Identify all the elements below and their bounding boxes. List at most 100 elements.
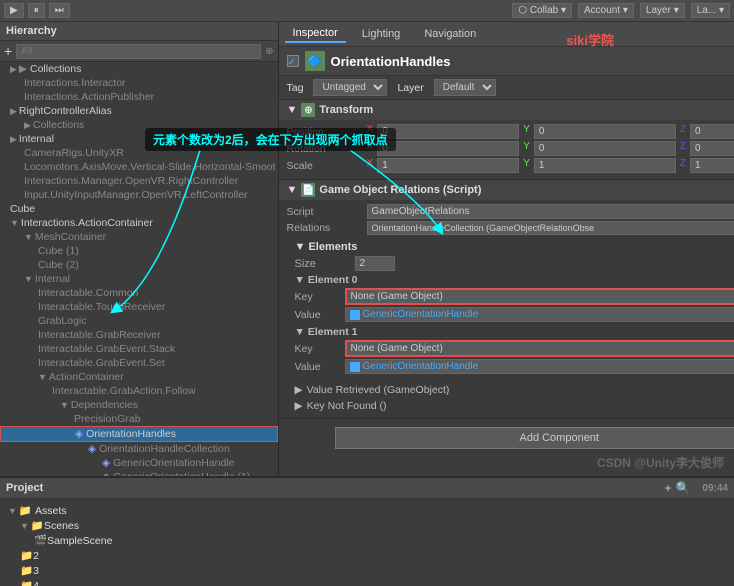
element-1-val-row: Value GenericOrientationHandle ◎ — [295, 359, 734, 374]
active-checkbox[interactable] — [287, 55, 299, 67]
position-x[interactable] — [377, 124, 519, 139]
tree-item-cube2[interactable]: Cube (2) — [0, 258, 278, 272]
element-0-val-row: Value GenericOrientationHandle ◎ — [295, 307, 734, 322]
element-0-key-input[interactable] — [345, 288, 734, 305]
relations-header[interactable]: ▼ 📄 Game Object Relations (Script) ⚙ — [279, 180, 734, 200]
hierarchy-search[interactable] — [16, 44, 261, 59]
tab-navigation[interactable]: Navigation — [416, 26, 484, 42]
element-1-val-label: Value — [295, 361, 345, 373]
tab-inspector[interactable]: Inspector — [285, 25, 346, 43]
top-toolbar: ▶ ⏸ ⏭ ⬡ Collab ▾ Account ▾ Layer ▾ La...… — [0, 0, 734, 22]
scale-z[interactable] — [690, 158, 734, 173]
layout-button[interactable]: La... ▾ — [691, 3, 730, 18]
size-input[interactable] — [355, 256, 395, 271]
tree-item-cube1[interactable]: Cube (1) — [0, 244, 278, 258]
tree-item-precision-grab[interactable]: PrecisionGrab — [0, 412, 278, 426]
tree-item-mesh[interactable]: ▼ MeshContainer — [0, 230, 278, 244]
elements-arrow[interactable]: ▼ — [295, 241, 306, 253]
tab-lighting[interactable]: Lighting — [354, 26, 409, 42]
arrow-icon: ▶ — [10, 134, 17, 145]
step-button[interactable]: ⏭ — [49, 3, 70, 18]
arrow-icon: ▶ — [24, 120, 31, 131]
tree-item-interactions-publisher[interactable]: Interactions.ActionPublisher — [0, 90, 278, 104]
element-0-val-text: GenericOrientationHandle — [363, 309, 479, 320]
script-value-input[interactable] — [367, 204, 734, 219]
tree-item-interactions-action[interactable]: ▼ Interactions.ActionContainer — [0, 216, 278, 230]
tree-item-grab-logic[interactable]: GrabLogic — [0, 314, 278, 328]
element-0-val-display: GenericOrientationHandle — [345, 307, 734, 322]
project-4[interactable]: 📁 4 — [6, 578, 728, 586]
add-component-button[interactable]: Add Component — [335, 427, 734, 449]
tag-select[interactable]: Untagged — [313, 79, 387, 96]
go-icon-1 — [350, 362, 360, 372]
scale-label: Scale — [287, 160, 367, 172]
element-1-key-row: Key ◎ — [295, 340, 734, 357]
hierarchy-add-button[interactable]: + — [4, 43, 12, 59]
project-search-button[interactable]: 🔍 — [675, 481, 690, 495]
key-not-found-row[interactable]: ▶ Key Not Found () — [287, 398, 734, 414]
project-toolbar: + 🔍 09:44 — [664, 481, 728, 495]
tree-item-interactable-set[interactable]: Interactable.GrabEvent.Set — [0, 356, 278, 370]
element-0-arrow[interactable]: ▼ — [295, 274, 305, 286]
project-tree[interactable]: ▼📁Assets ▼📁 Scenes 🎬 SampleScene 📁 2 📁 3… — [0, 499, 734, 586]
inspector-object-header: 🔷 OrientationHandles Static ▾ — [279, 47, 734, 76]
tree-item-internal2[interactable]: ▼ Internal — [0, 272, 278, 286]
tree-item-generic-orientation[interactable]: ◈GenericOrientationHandle — [0, 456, 278, 470]
project-sample-scene[interactable]: 🎬 SampleScene — [6, 533, 728, 548]
tree-item-interactable-stack[interactable]: Interactable.GrabEvent.Stack — [0, 342, 278, 356]
size-label: Size — [295, 258, 355, 270]
layer-select[interactable]: Default — [434, 79, 496, 96]
assets-root[interactable]: ▼📁Assets — [6, 503, 728, 518]
rotation-x[interactable] — [377, 141, 519, 156]
annotation-text: 元素个数改为2后，会在下方出现两个抓取点 — [145, 128, 396, 151]
tree-item-collections[interactable]: ▶ ▶ Collections — [0, 62, 278, 76]
game-object-relations-component: ▼ 📄 Game Object Relations (Script) ⚙ Scr… — [279, 180, 734, 419]
project-3[interactable]: 📁 3 — [6, 563, 728, 578]
rotation-y[interactable] — [534, 141, 676, 156]
pause-button[interactable]: ⏸ — [28, 3, 45, 18]
watermark: CSDN @Unity李大俊师 — [597, 454, 724, 471]
scale-x[interactable] — [377, 158, 519, 173]
tree-item-right-controller[interactable]: ▶ RightControllerAlias — [0, 104, 278, 118]
tree-item-action-container[interactable]: ▼ActionContainer — [0, 370, 278, 384]
layer-button[interactable]: Layer ▾ — [640, 3, 685, 18]
project-2[interactable]: 📁 2 — [6, 548, 728, 563]
position-y[interactable] — [534, 124, 676, 139]
tag-layer-row: Tag Untagged Layer Default — [279, 76, 734, 100]
tree-item-locomotors[interactable]: Locomotors.AxisMove.Vertical-Slide.Horiz… — [0, 160, 278, 174]
transform-header[interactable]: ▼ ⊕ Transform — [279, 100, 734, 120]
element-1-header: ▼ Element 1 — [295, 326, 734, 338]
rotation-z[interactable] — [690, 141, 734, 156]
tree-item-dependencies[interactable]: ▼Dependencies — [0, 398, 278, 412]
elements-header: ▼ Elements — [295, 241, 734, 253]
tree-item-input-manager[interactable]: Interactions.Manager.OpenVR.RightControl… — [0, 174, 278, 188]
value-retrieved-row[interactable]: ▶ Value Retrieved (GameObject) — [287, 382, 734, 398]
tree-item-input-unity[interactable]: Input.UnityInputManager.OpenVR.LeftContr… — [0, 188, 278, 202]
hierarchy-tree[interactable]: ▶ ▶ Collections Interactions.Interactor … — [0, 62, 278, 476]
tree-item-orientation-handles[interactable]: ◈ OrientationHandles — [0, 426, 278, 442]
value-retrieved-arrow: ▶ — [295, 384, 303, 396]
project-add-button[interactable]: + — [664, 481, 671, 495]
transform-title: Transform — [319, 104, 373, 116]
tree-item-cube[interactable]: Cube — [0, 202, 278, 216]
element-1-key-input[interactable] — [345, 340, 734, 357]
scene-icon: 🎬 — [34, 534, 47, 547]
arrow-icon: ▶ — [10, 64, 17, 75]
go-icon-0 — [350, 310, 360, 320]
tree-item-interactable-touch[interactable]: Interactable.TouchReceiver — [0, 300, 278, 314]
tree-item-interactable-follow[interactable]: Interactable.GrabAction.Follow — [0, 384, 278, 398]
account-button[interactable]: Account ▾ — [578, 3, 634, 18]
tree-item-interactable-common[interactable]: Interactable.Common — [0, 286, 278, 300]
element-0-val-label: Value — [295, 309, 345, 321]
element-1-arrow[interactable]: ▼ — [295, 326, 305, 338]
play-button[interactable]: ▶ — [4, 3, 24, 18]
tree-item-interactable-grab[interactable]: Interactable.GrabReceiver — [0, 328, 278, 342]
position-z[interactable] — [690, 124, 734, 139]
collab-button[interactable]: ⬡ Collab ▾ — [512, 3, 572, 18]
scale-y[interactable] — [534, 158, 676, 173]
hierarchy-scroll: ⊕ — [265, 46, 273, 57]
project-scenes-folder[interactable]: ▼📁 Scenes — [6, 518, 728, 533]
tree-item-orientation-collection[interactable]: ◈OrientationHandleCollection — [0, 442, 278, 456]
relations-value-input[interactable] — [367, 221, 734, 235]
tree-item-interactions-interactor[interactable]: Interactions.Interactor — [0, 76, 278, 90]
